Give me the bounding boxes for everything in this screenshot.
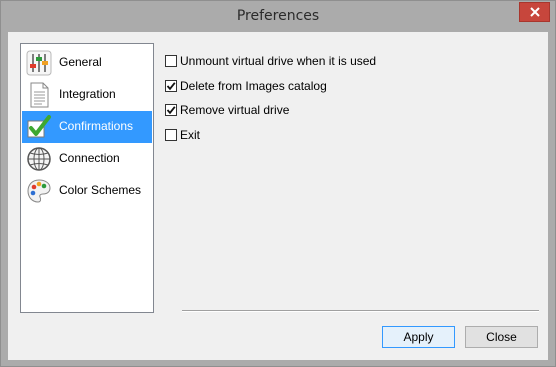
title-bar[interactable]: Preferences [1,1,555,31]
check-icon [166,82,176,91]
sliders-icon [26,50,52,76]
dialog-content: General Integration Confirmations Connec… [8,32,548,360]
option-label: Exit [180,128,201,142]
sidebar-item-confirmations[interactable]: Confirmations [22,111,152,143]
sidebar-item-connection[interactable]: Connection [22,143,152,175]
remove-virtual-drive-checkbox[interactable] [165,104,177,116]
window-title: Preferences [236,8,320,24]
checkmark-icon [27,115,51,138]
category-list[interactable]: General Integration Confirmations Connec… [20,43,154,313]
delete-from-catalog-checkbox[interactable] [165,80,177,92]
exit-checkbox[interactable] [165,129,177,141]
unmount-checkbox[interactable] [165,55,177,67]
sidebar-item-label: Confirmations [59,119,134,133]
window-close-button[interactable] [519,2,550,22]
close-icon [529,7,540,17]
option-label: Unmount virtual drive when it is used [180,54,377,68]
sidebar-item-integration[interactable]: Integration [22,79,152,111]
check-icon [166,106,176,115]
sidebar-item-label: Connection [59,151,120,165]
option-label: Remove virtual drive [180,103,290,117]
sidebar-item-label: Integration [59,87,116,101]
globe-icon [27,147,51,171]
option-label: Delete from Images catalog [180,79,327,93]
palette-icon [27,179,51,203]
sidebar-item-color-schemes[interactable]: Color Schemes [22,175,152,207]
document-icon [30,82,49,108]
preferences-window: Preferences General Integration Confirma… [0,0,556,367]
sidebar-item-label: General [59,55,102,69]
sidebar-item-general[interactable]: General [22,47,152,79]
close-button[interactable]: Close [465,326,538,348]
sidebar-item-label: Color Schemes [59,183,142,197]
apply-button[interactable]: Apply [382,326,455,348]
separator [182,310,539,312]
